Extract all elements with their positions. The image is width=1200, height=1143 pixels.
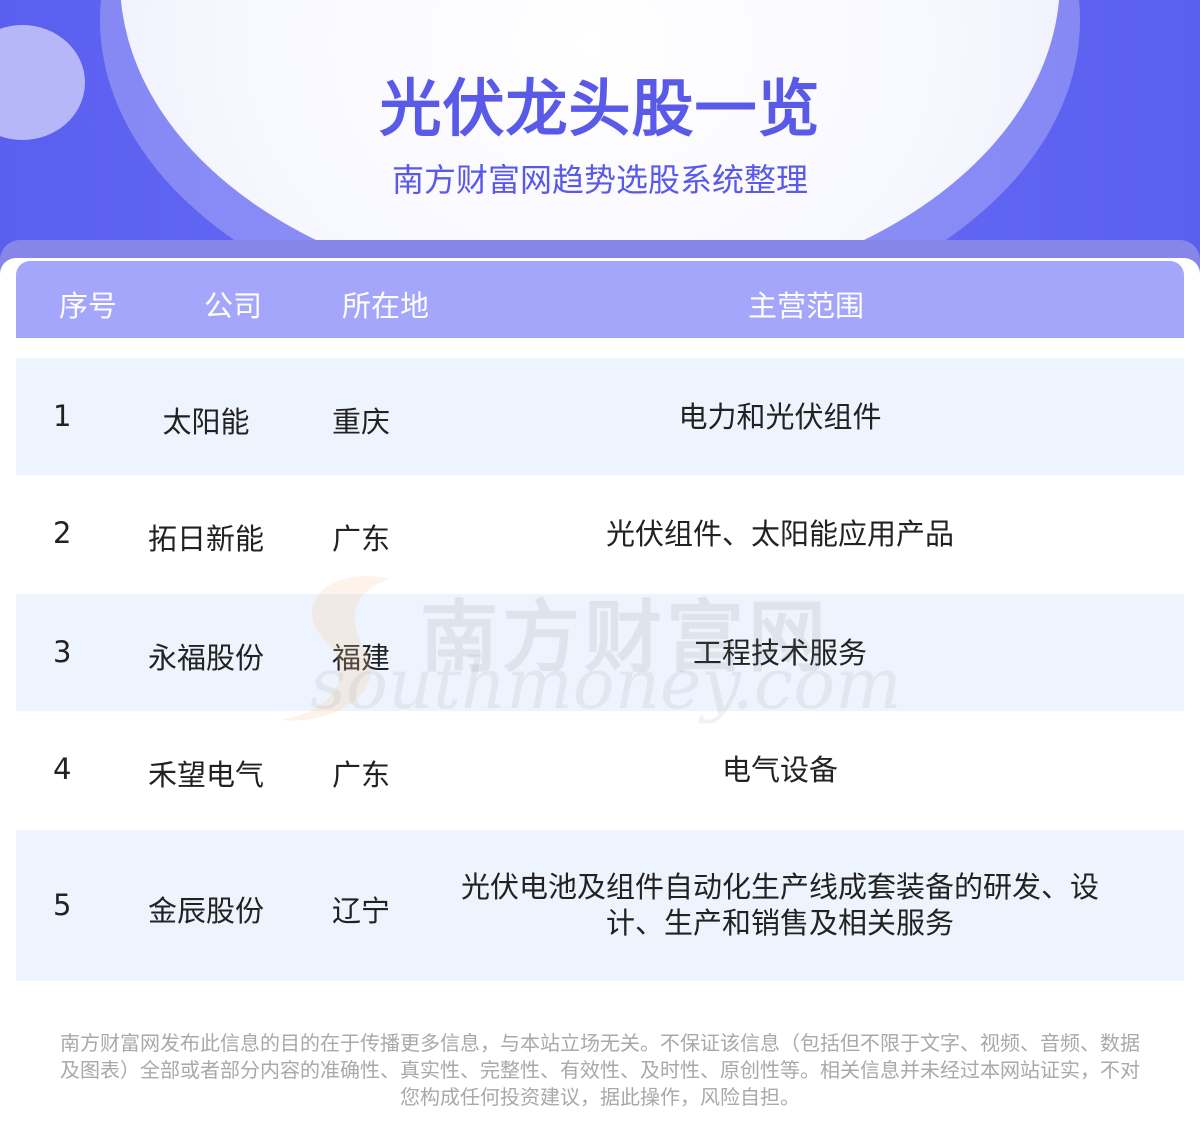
row-business: 光伏组件、太阳能应用产品	[605, 517, 954, 551]
table-row: 4 禾望电气 广东 电气设备	[16, 711, 1184, 830]
page-title: 光伏龙头股一览	[379, 72, 821, 145]
disclaimer-line: 南方财富网发布此信息的目的在于传播更多信息，与本站立场无关。不保证该信息（包括但…	[60, 1031, 1140, 1055]
row-location: 广东	[332, 758, 391, 792]
column-header-company: 公司	[204, 289, 263, 323]
table-row: 3 永福股份 福建 工程技术服务	[16, 594, 1184, 711]
row-business: 电气设备	[721, 753, 838, 787]
row-company: 太阳能	[162, 405, 250, 439]
row-company: 禾望电气	[147, 758, 264, 792]
row-business-line: 计、生产和销售及相关服务	[605, 906, 954, 940]
row-company: 拓日新能	[147, 522, 264, 556]
row-index: 3	[53, 635, 72, 669]
table-card: 序号 公司 所在地 主营范围 1 太阳能 重庆 电力和光伏组件 2 拓日新能 广…	[0, 258, 1200, 1143]
table-row: 5 金辰股份 辽宁 光伏电池及组件自动化生产线成套装备的研发、设 计、生产和销售…	[16, 830, 1184, 981]
page-subtitle: 南方财富网趋势选股系统整理	[391, 161, 808, 199]
table-row: 2 拓日新能 广东 光伏组件、太阳能应用产品	[16, 475, 1184, 594]
table-row: 1 太阳能 重庆 电力和光伏组件	[16, 358, 1184, 475]
disclaimer: 南方财富网发布此信息的目的在于传播更多信息，与本站立场无关。不保证该信息（包括但…	[0, 1030, 1200, 1111]
row-location: 广东	[332, 522, 391, 556]
disclaimer-line: 及图表）全部或者部分内容的准确性、真实性、完整性、有效性、及时性、原创性等。相关…	[60, 1058, 1140, 1082]
column-header-business: 主营范围	[748, 289, 865, 323]
row-business: 电力和光伏组件	[678, 400, 882, 434]
header-banner: 光伏龙头股一览 南方财富网趋势选股系统整理	[0, 0, 1200, 300]
row-business: 工程技术服务	[692, 636, 867, 670]
disclaimer-line: 您构成任何投资建议，据此操作，风险自担。	[400, 1085, 800, 1109]
row-index: 4	[53, 752, 72, 786]
column-header-index: 序号	[59, 289, 118, 323]
row-location: 重庆	[332, 405, 391, 439]
row-index: 1	[53, 399, 72, 433]
row-index: 2	[53, 516, 72, 550]
row-location: 福建	[332, 641, 391, 675]
row-business: 光伏电池及组件自动化生产线成套装备的研发、设 计、生产和销售及相关服务	[436, 869, 1124, 941]
row-location: 辽宁	[332, 894, 391, 928]
row-business-line: 光伏电池及组件自动化生产线成套装备的研发、设	[460, 870, 1099, 904]
row-company: 永福股份	[147, 641, 264, 675]
row-index: 5	[53, 888, 72, 922]
row-company: 金辰股份	[147, 894, 264, 928]
table-header: 序号 公司 所在地 主营范围	[16, 261, 1184, 338]
column-header-location: 所在地	[342, 289, 430, 323]
